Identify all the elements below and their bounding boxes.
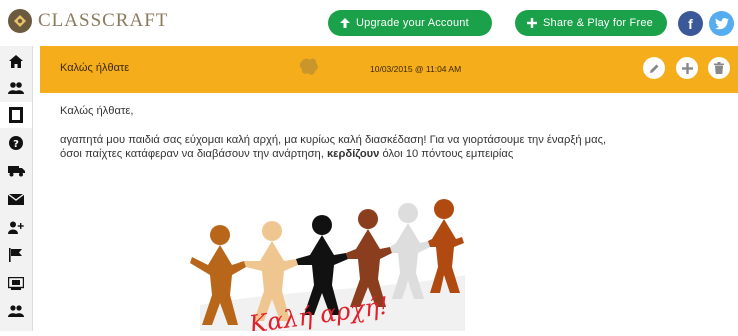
home-icon	[9, 54, 23, 68]
sidebar-item-truck[interactable]	[0, 158, 32, 184]
truck-icon	[7, 166, 25, 177]
post-text-bold: κερδίζουν	[326, 148, 380, 160]
post-paragraph: αγαπητά μου παιδιά σας εύχομαι καλή αρχή…	[60, 133, 620, 162]
post-body: Καλώς ήλθατε, αγαπητά μου παιδιά σας εύχ…	[60, 104, 620, 162]
upgrade-account-button[interactable]: Upgrade your Account	[328, 10, 492, 36]
trash-icon[interactable]	[708, 57, 730, 79]
plus-icon	[527, 16, 537, 31]
sidebar-item-board[interactable]	[0, 270, 32, 296]
edit-icon[interactable]	[643, 57, 665, 79]
brand-name: CLASSCRAFT	[38, 10, 169, 31]
stamp-icon	[299, 58, 318, 75]
sidebar-item-book[interactable]	[0, 102, 32, 128]
help-icon: ?	[9, 136, 23, 150]
sidebar-item-group[interactable]	[0, 298, 32, 324]
share-play-label: Share & Play for Free	[543, 17, 653, 29]
sidebar-item-home[interactable]	[0, 48, 32, 74]
sidebar-item-mail[interactable]	[0, 186, 32, 212]
users-icon	[8, 82, 24, 94]
twitter-icon[interactable]	[709, 11, 734, 36]
classcraft-logo-icon	[8, 9, 32, 33]
group-icon	[8, 305, 24, 317]
add-user-icon	[8, 221, 24, 234]
board-icon	[8, 276, 24, 290]
svg-text:?: ?	[13, 139, 19, 150]
arrow-up-icon	[340, 16, 350, 31]
mail-icon	[8, 193, 24, 205]
top-bar: CLASSCRAFT Upgrade your Account Share & …	[0, 0, 738, 46]
sidebar: ?	[0, 46, 33, 331]
upgrade-account-label: Upgrade your Account	[356, 17, 469, 29]
flag-icon	[9, 248, 22, 262]
book-icon	[9, 107, 23, 123]
facebook-icon[interactable]: f	[678, 11, 703, 36]
post-date: 10/03/2015 @ 11:04 AM	[370, 64, 462, 74]
sidebar-item-users[interactable]	[0, 75, 32, 101]
share-play-button[interactable]: Share & Play for Free	[515, 10, 667, 36]
post-greeting: Καλώς ήλθατε,	[60, 105, 134, 117]
post-image: Καλή αρχή!	[180, 195, 470, 336]
sidebar-item-add-user[interactable]	[0, 214, 32, 240]
post-text-after: όλοι 10 πόντους εμπειρίας	[379, 148, 514, 160]
post-header: Καλώς ήλθατε 10/03/2015 @ 11:04 AM	[40, 46, 738, 93]
logo[interactable]: CLASSCRAFT	[8, 9, 168, 33]
add-icon[interactable]	[676, 57, 698, 79]
sidebar-item-flag[interactable]	[0, 242, 32, 268]
sidebar-item-help[interactable]: ?	[0, 130, 32, 156]
post-title: Καλώς ήλθατε	[60, 62, 130, 74]
